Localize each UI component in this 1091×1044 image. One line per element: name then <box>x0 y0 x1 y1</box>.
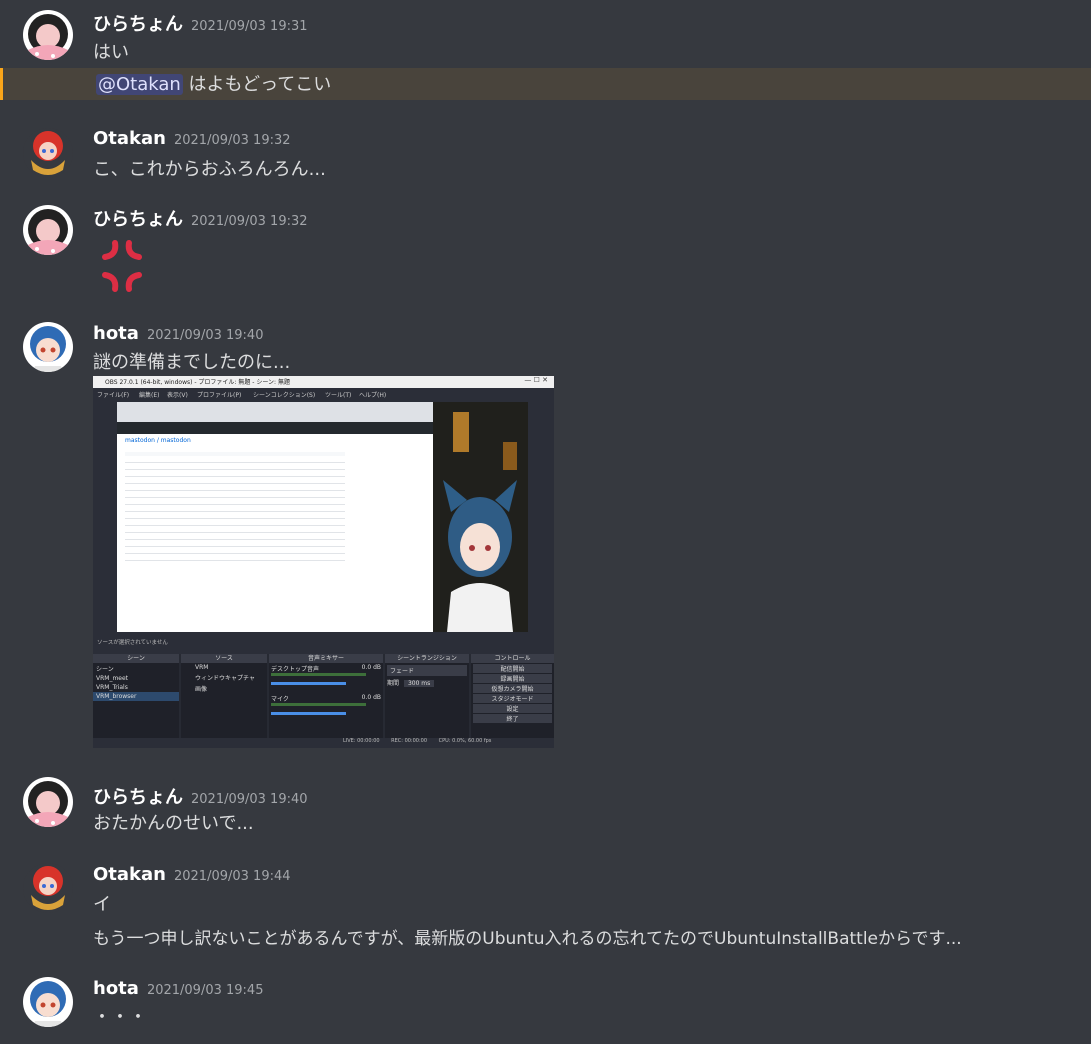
control-button[interactable]: スタジオモード <box>473 694 552 703</box>
mixer-channel-name: デスクトップ音声 <box>271 666 320 673</box>
username[interactable]: hota <box>93 323 139 344</box>
control-button[interactable]: 設定 <box>473 704 552 713</box>
menu-help[interactable]: ヘルプ(H) <box>359 390 386 399</box>
menu-profile[interactable]: プロファイル(P) <box>197 390 241 399</box>
mixer-channel-db: 0.0 dB <box>361 664 381 671</box>
mixer-channel-name: マイク <box>271 696 289 703</box>
timestamp: 2021/09/03 19:45 <box>146 983 264 998</box>
timestamp: 2021/09/03 19:32 <box>191 214 308 229</box>
scene-item[interactable]: シーン <box>93 663 179 674</box>
transitions-header: シーントランジション <box>385 654 469 663</box>
username[interactable]: Otakan <box>93 128 166 149</box>
volume-slider[interactable] <box>271 712 346 715</box>
username[interactable]: ひらちょん <box>93 14 183 35</box>
obs-docks: シーン シーン VRM_meet VRM_Trials VRM_browser … <box>93 654 554 738</box>
message-text: @Otakan はよもどってこい <box>96 70 331 96</box>
mixer-header: 音声ミキサー <box>269 654 383 663</box>
source-item[interactable]: ウィンドウキャプチャ <box>181 672 267 683</box>
message-text: おたかんのせいで... <box>93 813 254 834</box>
rec-status: REC: 00:00:00 <box>391 738 428 744</box>
no-source-selected: ソースが選択されていません <box>97 640 168 646</box>
source-item[interactable]: 画像 <box>181 683 267 694</box>
timestamp: 2021/09/03 19:40 <box>191 792 308 807</box>
avatar[interactable] <box>23 777 73 827</box>
image-attachment[interactable]: OBS 27.0.1 (64-bit, windows) - プロファイル: 無… <box>93 376 554 748</box>
username[interactable]: ひらちょん <box>93 787 183 808</box>
mention-message: はよもどってこい <box>182 74 332 95</box>
control-button[interactable]: 仮想カメラ開始 <box>473 684 552 693</box>
controls-panel: コントロール 配信開始 録画開始 仮想カメラ開始 スタジオモード 設定 終了 <box>471 654 554 738</box>
avatar[interactable] <box>23 977 73 1027</box>
username[interactable]: hota <box>93 978 139 999</box>
menu-scene-collection[interactable]: シーンコレクション(S) <box>253 390 315 399</box>
mixer-channel-db: 0.0 dB <box>361 694 381 701</box>
user-mention[interactable]: @Otakan <box>96 74 183 95</box>
avatar[interactable] <box>23 205 73 255</box>
transitions-panel: シーントランジション フェード 期間 300 ms <box>385 654 469 738</box>
avatar[interactable] <box>23 863 73 913</box>
scene-item[interactable]: VRM_browser <box>93 692 179 701</box>
username[interactable]: Otakan <box>93 864 166 885</box>
control-button[interactable]: 録画開始 <box>473 674 552 683</box>
menu-view[interactable]: 表示(V) <box>167 390 188 399</box>
menu-tools[interactable]: ツール(T) <box>325 390 351 399</box>
avatar[interactable] <box>23 10 73 60</box>
sources-panel: ソース VRM ウィンドウキャプチャ 画像 <box>181 654 267 738</box>
menu-file[interactable]: ファイル(F) <box>97 390 129 399</box>
live-status: LIVE: 00:00:00 <box>343 738 380 744</box>
timestamp: 2021/09/03 19:31 <box>191 19 308 34</box>
scenes-panel: シーン シーン VRM_meet VRM_Trials VRM_browser <box>93 654 179 738</box>
controls-header: コントロール <box>471 654 554 663</box>
sources-header: ソース <box>181 654 267 663</box>
message-text: ・・・ <box>93 1007 147 1028</box>
message-text: イ <box>93 894 111 915</box>
volume-slider[interactable] <box>271 682 346 685</box>
scenes-header: シーン <box>93 654 179 663</box>
source-item[interactable]: VRM <box>181 663 267 672</box>
mention-highlight: @Otakan はよもどってこい <box>0 68 1091 100</box>
duration-label: 期間 <box>387 680 400 687</box>
message-text: はい <box>93 42 129 63</box>
scene-item[interactable]: VRM_Trials <box>93 683 179 692</box>
window-controls-icon[interactable]: — ☐ ✕ <box>524 376 548 384</box>
timestamp: 2021/09/03 19:44 <box>173 869 291 884</box>
duration-value[interactable]: 300 ms <box>403 680 435 687</box>
obs-status-strip: ソースが選択されていません <box>93 634 554 650</box>
timestamp: 2021/09/03 19:32 <box>173 133 291 148</box>
repo-title: mastodon / mastodon <box>125 437 191 444</box>
avatar[interactable] <box>23 128 73 178</box>
menu-edit[interactable]: 編集(E) <box>139 390 159 399</box>
timestamp: 2021/09/03 19:40 <box>146 328 264 343</box>
vrm-character-capture <box>433 402 528 632</box>
scene-item[interactable]: VRM_meet <box>93 674 179 683</box>
browser-capture: mastodon / mastodon <box>117 402 433 632</box>
message-text: もう一つ申し訳ないことがあるんですが、最新版のUbuntu入れるの忘れてたのでU… <box>93 929 962 949</box>
obs-menubar: ファイル(F) 編集(E) 表示(V) プロファイル(P) シーンコレクション(… <box>93 388 554 400</box>
message-text: 謎の準備までしたのに... <box>93 352 291 373</box>
obs-titlebar: OBS 27.0.1 (64-bit, windows) - プロファイル: 無… <box>93 376 554 388</box>
obs-footer: LIVE: 00:00:00 REC: 00:00:00 CPU: 0.0%, … <box>343 738 554 748</box>
message-text: こ、これからおふろんろん... <box>93 159 326 180</box>
control-button[interactable]: 終了 <box>473 714 552 723</box>
obs-title: OBS 27.0.1 (64-bit, windows) - プロファイル: 無… <box>105 379 290 386</box>
mixer-panel: 音声ミキサー デスクトップ音声 0.0 dB マイク 0.0 dB <box>269 654 383 738</box>
avatar[interactable] <box>23 322 73 372</box>
control-button[interactable]: 配信開始 <box>473 664 552 673</box>
username[interactable]: ひらちょん <box>93 209 183 230</box>
anger-emoji-icon[interactable] <box>93 237 151 295</box>
transition-select[interactable]: フェード <box>387 665 467 676</box>
cpu-status: CPU: 0.0%, 60.00 fps <box>438 738 492 744</box>
